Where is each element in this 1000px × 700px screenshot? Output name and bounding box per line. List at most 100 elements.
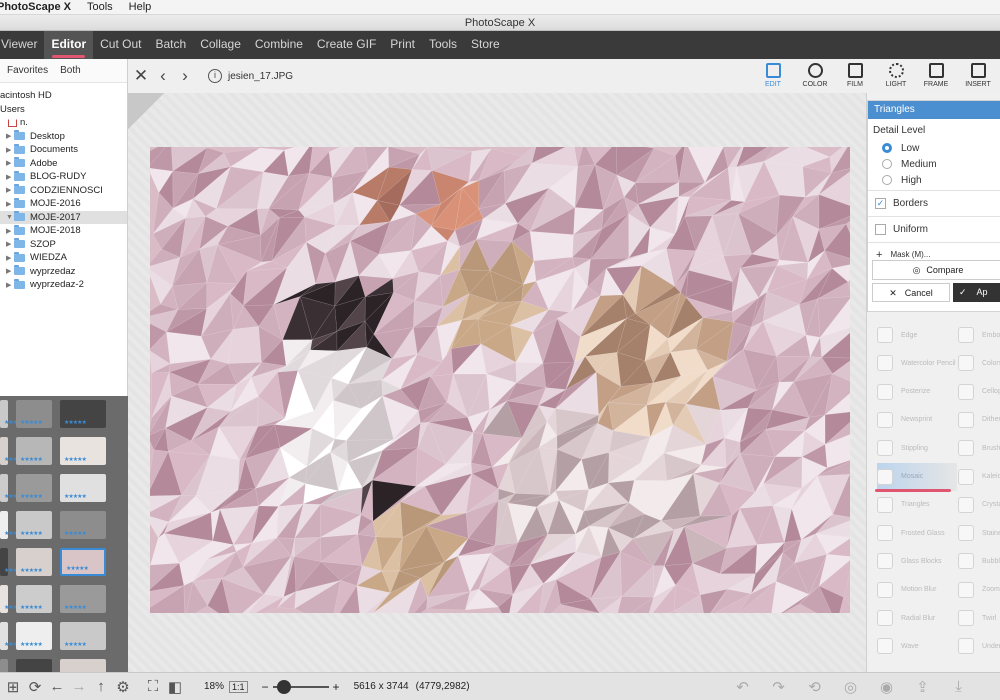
photo-thumbnail[interactable]: ★★★★★ <box>16 400 52 428</box>
info-icon[interactable]: i <box>208 69 222 83</box>
photo-thumbnail[interactable]: ★★★★★ <box>60 474 106 502</box>
tab-viewer[interactable]: Viewer <box>0 31 44 59</box>
tab-print[interactable]: Print <box>383 31 422 59</box>
favorites-tab[interactable]: Favorites <box>7 65 48 76</box>
tab-store[interactable]: Store <box>464 31 507 59</box>
tree-item[interactable]: ▶ wyprzedaz-2 <box>0 278 127 292</box>
undo-icon[interactable]: ↶ <box>732 678 754 696</box>
tool-frame[interactable]: FRAME <box>916 63 956 88</box>
detail-medium-option[interactable]: Medium <box>868 156 1000 172</box>
photo-thumbnail[interactable]: ★★★★★ <box>16 511 52 539</box>
chevron-right-icon[interactable]: ▼ <box>6 214 14 221</box>
filter-stippling[interactable]: Stippling <box>877 434 957 462</box>
tab-editor[interactable]: Editor <box>44 31 94 59</box>
photo-thumbnail[interactable]: ★★★★★ <box>0 622 27 650</box>
photo-thumbnail[interactable]: ★★★★★ <box>0 400 27 428</box>
photo-thumbnail[interactable]: ★★★★★ <box>0 585 27 613</box>
filter-crysta[interactable]: Crysta <box>958 491 1000 519</box>
photo-thumbnail[interactable]: ★★★★★ <box>0 548 27 576</box>
crop-view-icon[interactable]: ⛶ <box>142 678 164 695</box>
tree-item[interactable]: ▶ MOJE-2016 <box>0 197 127 211</box>
chevron-right-icon[interactable]: ▶ <box>6 267 14 275</box>
zoom-slider[interactable] <box>272 679 329 694</box>
chevron-right-icon[interactable]: ▶ <box>6 146 14 154</box>
tree-item[interactable]: ▶ MOJE-2018 <box>0 224 127 238</box>
filter-dither[interactable]: Dither <box>958 406 1000 434</box>
photo-thumbnail[interactable]: ★★★★★ <box>0 511 27 539</box>
tool-light[interactable]: LIGHT <box>876 63 916 88</box>
borders-checkbox[interactable]: ✓ <box>875 198 886 209</box>
edited-photo[interactable] <box>150 147 850 613</box>
chevron-right-icon[interactable]: ▶ <box>6 254 14 262</box>
tab-tools[interactable]: Tools <box>422 31 464 59</box>
tree-item[interactable]: ▶ BLOG-RUDY <box>0 170 127 184</box>
tree-item[interactable]: Users <box>0 103 127 117</box>
up-icon[interactable]: ↑ <box>90 678 112 695</box>
filter-colors[interactable]: Colors <box>958 349 1000 377</box>
photo-thumbnail[interactable]: ★★★★★ <box>16 474 52 502</box>
radio-high[interactable] <box>882 175 892 185</box>
radio-low[interactable] <box>882 143 892 153</box>
next-image-icon[interactable]: › <box>174 66 196 86</box>
gear-icon[interactable]: ⚙ <box>112 678 134 696</box>
prev-image-icon[interactable]: ‹ <box>152 66 174 86</box>
photo-thumbnail[interactable]: ★★★★★ <box>60 400 106 428</box>
tab-cut-out[interactable]: Cut Out <box>93 31 148 59</box>
filter-embo[interactable]: Embo <box>958 321 1000 349</box>
photo-thumbnail[interactable]: ★★★★★ <box>16 585 52 613</box>
chevron-right-icon[interactable]: ▶ <box>6 159 14 167</box>
filter-kaleid[interactable]: Kaleid <box>958 463 1000 491</box>
tree-item[interactable]: ▶ wyprzedaz <box>0 265 127 279</box>
open-icon[interactable]: ⇪ <box>912 678 934 696</box>
filter-under[interactable]: Under <box>958 632 1000 660</box>
filter-zoom[interactable]: Zoom <box>958 576 1000 604</box>
save-icon[interactable]: ⤓ <box>948 678 970 695</box>
filter-triangles[interactable]: Triangles <box>877 491 957 519</box>
tree-item[interactable]: n. <box>0 116 127 130</box>
back-icon[interactable]: ← <box>46 678 68 695</box>
tool-edit[interactable]: EDIT <box>753 63 797 96</box>
tab-combine[interactable]: Combine <box>248 31 310 59</box>
original-icon[interactable]: ◎ <box>840 678 862 696</box>
zoom-out-button[interactable]: − <box>262 680 269 694</box>
forward-icon[interactable]: → <box>68 678 90 695</box>
photo-thumbnail[interactable]: ★★★★★ <box>60 437 106 465</box>
chevron-right-icon[interactable]: ▶ <box>6 132 14 140</box>
filter-motion-blur[interactable]: Motion Blur <box>877 576 957 604</box>
tree-item[interactable]: ▶ CODZIENNOSCI <box>0 184 127 198</box>
chevron-right-icon[interactable]: ▶ <box>6 173 14 181</box>
grid-icon[interactable]: ⊞ <box>2 678 24 696</box>
chevron-right-icon[interactable]: ▶ <box>6 200 14 208</box>
tree-item[interactable]: acintosh HD <box>0 89 127 103</box>
detail-high-option[interactable]: High <box>868 172 1000 188</box>
apply-button[interactable]: ✓ Ap <box>953 283 1000 302</box>
tree-item[interactable]: ▶ Documents <box>0 143 127 157</box>
photo-thumbnail[interactable]: ★★★★★ <box>16 622 52 650</box>
tool-insert[interactable]: INSERT <box>958 63 998 88</box>
filter-radial-blur[interactable]: Radial Blur <box>877 604 957 632</box>
photo-thumbnail[interactable]: ★★★★★ <box>60 548 106 576</box>
tree-item[interactable]: ▶ Adobe <box>0 157 127 171</box>
fit-button[interactable]: 1:1 <box>229 680 248 693</box>
radio-medium[interactable] <box>882 159 892 169</box>
menu-help[interactable]: Help <box>129 1 152 13</box>
filter-twirl[interactable]: Twirl <box>958 604 1000 632</box>
filter-cellop[interactable]: Cellop <box>958 378 1000 406</box>
chevron-right-icon[interactable]: ▶ <box>6 186 14 194</box>
filter-glass-blocks[interactable]: Glass Blocks <box>877 547 957 575</box>
tree-item[interactable]: ▶ SZOP <box>0 238 127 252</box>
compare-button[interactable]: ◎ Compare <box>872 260 1000 280</box>
tab-collage[interactable]: Collage <box>193 31 248 59</box>
chevron-right-icon[interactable]: ▶ <box>6 227 14 235</box>
filter-frosted-glass[interactable]: Frosted Glass <box>877 519 957 547</box>
filter-edge[interactable]: Edge <box>877 321 957 349</box>
filter-stained[interactable]: Stained <box>958 519 1000 547</box>
uniform-option[interactable]: Uniform <box>868 219 1000 240</box>
filter-wave[interactable]: Wave <box>877 632 957 660</box>
zoom-slider-thumb[interactable] <box>276 679 291 694</box>
tab-batch[interactable]: Batch <box>149 31 194 59</box>
zoom-in-button[interactable]: + <box>333 680 340 694</box>
redo-icon[interactable]: ↷ <box>768 678 790 696</box>
photo-thumbnail[interactable]: ★★★★★ <box>0 474 27 502</box>
split-view-icon[interactable]: ◧ <box>164 678 186 696</box>
